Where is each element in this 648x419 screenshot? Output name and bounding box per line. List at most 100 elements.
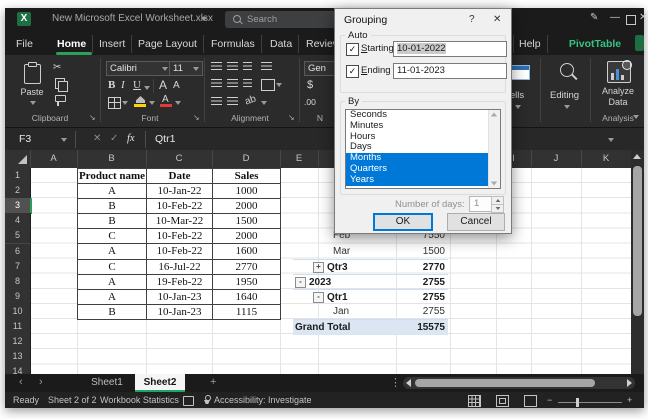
sheet-next-icon[interactable]: › (39, 376, 43, 388)
row-header-8[interactable]: 8 (5, 274, 31, 290)
editing-dropdown-icon[interactable] (564, 105, 570, 109)
align-left-icon[interactable] (211, 79, 222, 87)
pivot-row[interactable]: -2023 2755 (293, 274, 448, 290)
status-sheet-info[interactable]: Sheet 2 of 2 (48, 395, 97, 405)
name-box-dropdown-icon[interactable] (61, 138, 67, 142)
table-cell[interactable]: 10-Jan-23 (147, 305, 213, 320)
table-cell[interactable]: B (78, 199, 147, 214)
row-header-10[interactable]: 10 (5, 304, 31, 320)
display-settings-icon[interactable] (183, 396, 194, 406)
horizontal-scroll-thumb[interactable] (415, 379, 595, 387)
analyze-data-button[interactable]: Analyze Data (595, 60, 641, 110)
row-header-7[interactable]: 7 (5, 259, 31, 275)
zoom-slider[interactable] (558, 402, 622, 403)
table-header-cell[interactable]: Sales (213, 169, 281, 184)
dialog-close-button[interactable]: ✕ (493, 14, 501, 25)
fill-color-dropdown-icon[interactable] (149, 101, 155, 105)
merge-dropdown-icon[interactable] (276, 83, 282, 87)
listbox-scrollbar[interactable] (488, 110, 500, 188)
maximize-button[interactable] (626, 15, 636, 25)
dialog-help-button[interactable]: ? (469, 14, 475, 25)
vertical-scrollbar[interactable] (631, 150, 644, 374)
status-workbook-statistics[interactable]: Workbook Statistics (100, 395, 179, 405)
formula-enter-icon[interactable]: ✓ (110, 133, 118, 144)
search-input[interactable]: Search (225, 11, 337, 28)
table-cell[interactable]: 10-Feb-22 (147, 229, 213, 244)
decrease-decimal-icon[interactable]: .00 (304, 97, 316, 107)
scroll-left-icon[interactable] (406, 379, 411, 387)
table-cell[interactable]: A (78, 275, 147, 290)
row-header-2[interactable]: 2 (5, 183, 31, 199)
zoom-out-button[interactable]: − (547, 395, 552, 405)
tab-pivottable-analyze[interactable]: PivotTable Analyze (546, 35, 644, 53)
italic-button[interactable]: I (121, 79, 125, 91)
align-bottom-icon[interactable] (243, 62, 252, 70)
col-header-C[interactable]: C (146, 150, 213, 167)
pivot-row[interactable]: +Qtr3 2770 (293, 259, 448, 275)
row-header-14[interactable]: 14 (5, 364, 31, 374)
scroll-up-icon[interactable] (633, 154, 641, 159)
listbox-scroll-down-icon[interactable] (491, 182, 497, 186)
align-right-icon[interactable] (243, 79, 252, 87)
table-cell[interactable]: 2000 (213, 229, 281, 244)
underline-button[interactable]: U (133, 79, 141, 91)
table-cell[interactable]: 16-Jul-22 (147, 260, 213, 275)
by-option-years[interactable]: Years (346, 175, 500, 186)
table-cell[interactable]: 1115 (213, 305, 281, 320)
clipboard-dialog-launcher-icon[interactable]: ↘ (89, 113, 96, 122)
decrease-indent-icon[interactable] (211, 97, 222, 105)
font-size-combo[interactable]: 11 (169, 61, 203, 76)
font-name-combo[interactable]: Calibri (106, 61, 172, 76)
tab-formulas[interactable]: Formulas (205, 35, 262, 53)
row-header-13[interactable]: 13 (5, 349, 31, 365)
pivot-row[interactable]: -Qtr1 2755 (293, 289, 448, 305)
pivot-row[interactable]: Jan 2755 (293, 304, 448, 319)
starting-at-input[interactable]: 10-01-2022 (393, 41, 507, 57)
formula-bar-expand-icon[interactable] (608, 138, 614, 142)
source-data-table[interactable]: Product name Date Sales A 10-Jan-22 1000… (77, 168, 281, 320)
status-accessibility[interactable]: Accessibility: Investigate (214, 395, 312, 405)
pivot-expand-icon[interactable]: + (313, 262, 324, 273)
table-header-cell[interactable]: Product name (78, 169, 147, 184)
sheet-tab-sheet1[interactable]: Sheet1 (83, 374, 131, 392)
by-listbox[interactable]: Seconds Minutes Hours Days Months Quarte… (345, 109, 501, 189)
horizontal-scrollbar[interactable] (403, 377, 635, 389)
ribbon-collapse-icon[interactable] (633, 115, 639, 119)
row-header-11[interactable]: 11 (5, 319, 31, 335)
listbox-scroll-up-icon[interactable] (491, 113, 497, 117)
table-cell[interactable]: A (78, 184, 147, 199)
normal-view-icon[interactable] (468, 395, 481, 407)
tab-home[interactable]: Home (51, 35, 93, 53)
align-top-icon[interactable] (211, 62, 222, 70)
minimize-button[interactable]: — (610, 12, 620, 23)
page-layout-view-icon[interactable] (496, 395, 509, 407)
align-middle-icon[interactable] (227, 62, 238, 70)
borders-dropdown-icon[interactable] (122, 101, 128, 105)
font-color-dropdown-icon[interactable] (175, 101, 181, 105)
scroll-right-icon[interactable] (627, 379, 632, 387)
row-header-9[interactable]: 9 (5, 289, 31, 305)
worksheet-grid[interactable]: 1 2 3 4 5 6 7 8 9 10 11 12 13 14 Product… (5, 168, 631, 374)
pivot-grand-total-row[interactable]: Grand Total 15575 (293, 319, 448, 335)
table-cell[interactable]: 10-Mar-22 (147, 214, 213, 229)
fill-color-icon[interactable] (136, 96, 145, 103)
table-cell[interactable]: 1000 (213, 184, 281, 199)
document-title[interactable]: New Microsoft Excel Worksheet.xlsx (52, 13, 213, 24)
underline-dropdown-icon[interactable] (144, 86, 150, 90)
col-header-K[interactable]: K (581, 150, 632, 167)
paste-button[interactable]: Paste (15, 63, 49, 109)
scrollbar-splitter-icon[interactable]: ⋮ (390, 376, 401, 389)
table-cell[interactable]: 1600 (213, 244, 281, 259)
new-sheet-icon[interactable]: + (210, 376, 216, 388)
alignment-dialog-launcher-icon[interactable]: ↘ (288, 113, 295, 122)
tab-scroll-badge[interactable] (635, 35, 644, 51)
font-dialog-launcher-icon[interactable]: ↘ (193, 113, 200, 122)
insert-function-icon[interactable]: fx (127, 133, 135, 144)
wrap-text-icon[interactable] (261, 62, 272, 70)
shrink-font-button[interactable]: A (173, 80, 180, 91)
tab-page-layout[interactable]: Page Layout (132, 35, 204, 53)
formula-cancel-icon[interactable]: ✕ (93, 133, 101, 144)
draw-pen-icon[interactable]: ✎ (590, 12, 598, 23)
table-header-cell[interactable]: Date (147, 169, 213, 184)
table-cell[interactable]: C (78, 260, 147, 275)
